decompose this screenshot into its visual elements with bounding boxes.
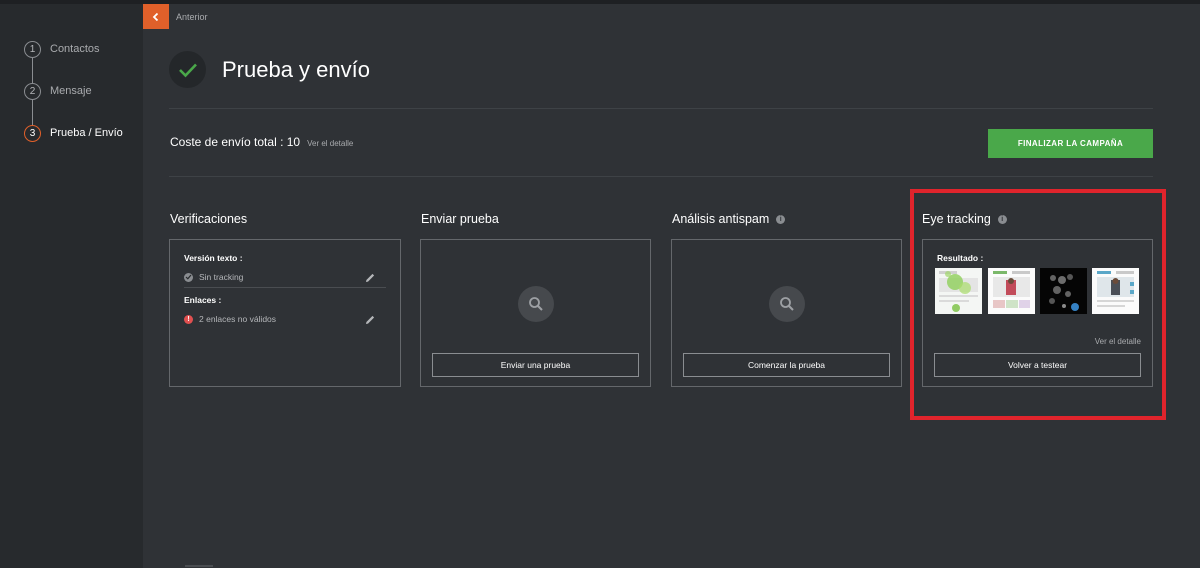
step-contactos[interactable]: 1 Contactos [24, 40, 100, 58]
search-icon [518, 286, 554, 322]
step-mensaje[interactable]: 2 Mensaje [24, 82, 92, 100]
chevron-left-icon [152, 12, 159, 21]
text-version-row: Sin tracking [184, 272, 243, 282]
cost-detail-link[interactable]: Ver el detalle [307, 139, 353, 148]
step-number: 2 [24, 82, 41, 100]
links-value: 2 enlaces no válidos [199, 314, 277, 324]
error-icon: ! [184, 314, 193, 324]
back-label[interactable]: Anterior [176, 12, 208, 22]
step-number: 3 [24, 124, 41, 142]
search-icon [769, 286, 805, 322]
links-heading: Enlaces : [184, 295, 222, 305]
pencil-icon[interactable] [364, 272, 376, 284]
finalize-campaign-button[interactable]: FINALIZAR LA CAMPAÑA [988, 129, 1153, 158]
bottom-mark [185, 565, 213, 567]
antispam-card: Comenzar la prueba [671, 239, 902, 387]
section-title-enviar-prueba: Enviar prueba [421, 212, 499, 226]
page-title: Prueba y envío [222, 57, 370, 82]
section-title-text: Verificaciones [170, 212, 248, 226]
back-button[interactable] [143, 4, 169, 29]
section-title-text: Enviar prueba [421, 212, 499, 226]
section-title-text: Análisis antispam [672, 212, 770, 226]
enviar-prueba-card: Enviar una prueba [420, 239, 651, 387]
verificaciones-card: Versión texto : Sin tracking Enlaces : !… [169, 239, 401, 387]
steps-sidebar: 1 Contactos 2 Mensaje 3 Prueba / Envío [0, 4, 143, 568]
step-number: 1 [24, 40, 41, 58]
step-prueba-envio[interactable]: 3 Prueba / Envío [24, 124, 123, 142]
text-version-heading: Versión texto : [184, 253, 243, 263]
check-icon [169, 51, 206, 88]
divider [169, 108, 1153, 109]
pencil-icon[interactable] [364, 314, 376, 326]
step-label: Contactos [50, 43, 100, 55]
send-test-button[interactable]: Enviar una prueba [432, 353, 639, 377]
start-test-button[interactable]: Comenzar la prueba [683, 353, 890, 377]
top-bar [0, 0, 1200, 4]
total-cost-label: Coste de envío total : 10 [170, 135, 301, 149]
links-row: ! 2 enlaces no válidos [184, 314, 276, 324]
divider [169, 176, 1153, 177]
row-divider [184, 287, 386, 288]
check-circle-icon [184, 272, 193, 282]
info-icon[interactable]: i [776, 214, 786, 224]
step-label: Prueba / Envío [50, 127, 123, 139]
section-title-antispam: Análisis antispam i [672, 212, 786, 226]
total-cost: Coste de envío total : 10 Ver el detalle [170, 135, 353, 149]
highlight-box [910, 189, 1166, 420]
section-title-verificaciones: Verificaciones [170, 212, 247, 226]
step-label: Mensaje [50, 85, 92, 97]
text-version-value: Sin tracking [199, 272, 244, 282]
